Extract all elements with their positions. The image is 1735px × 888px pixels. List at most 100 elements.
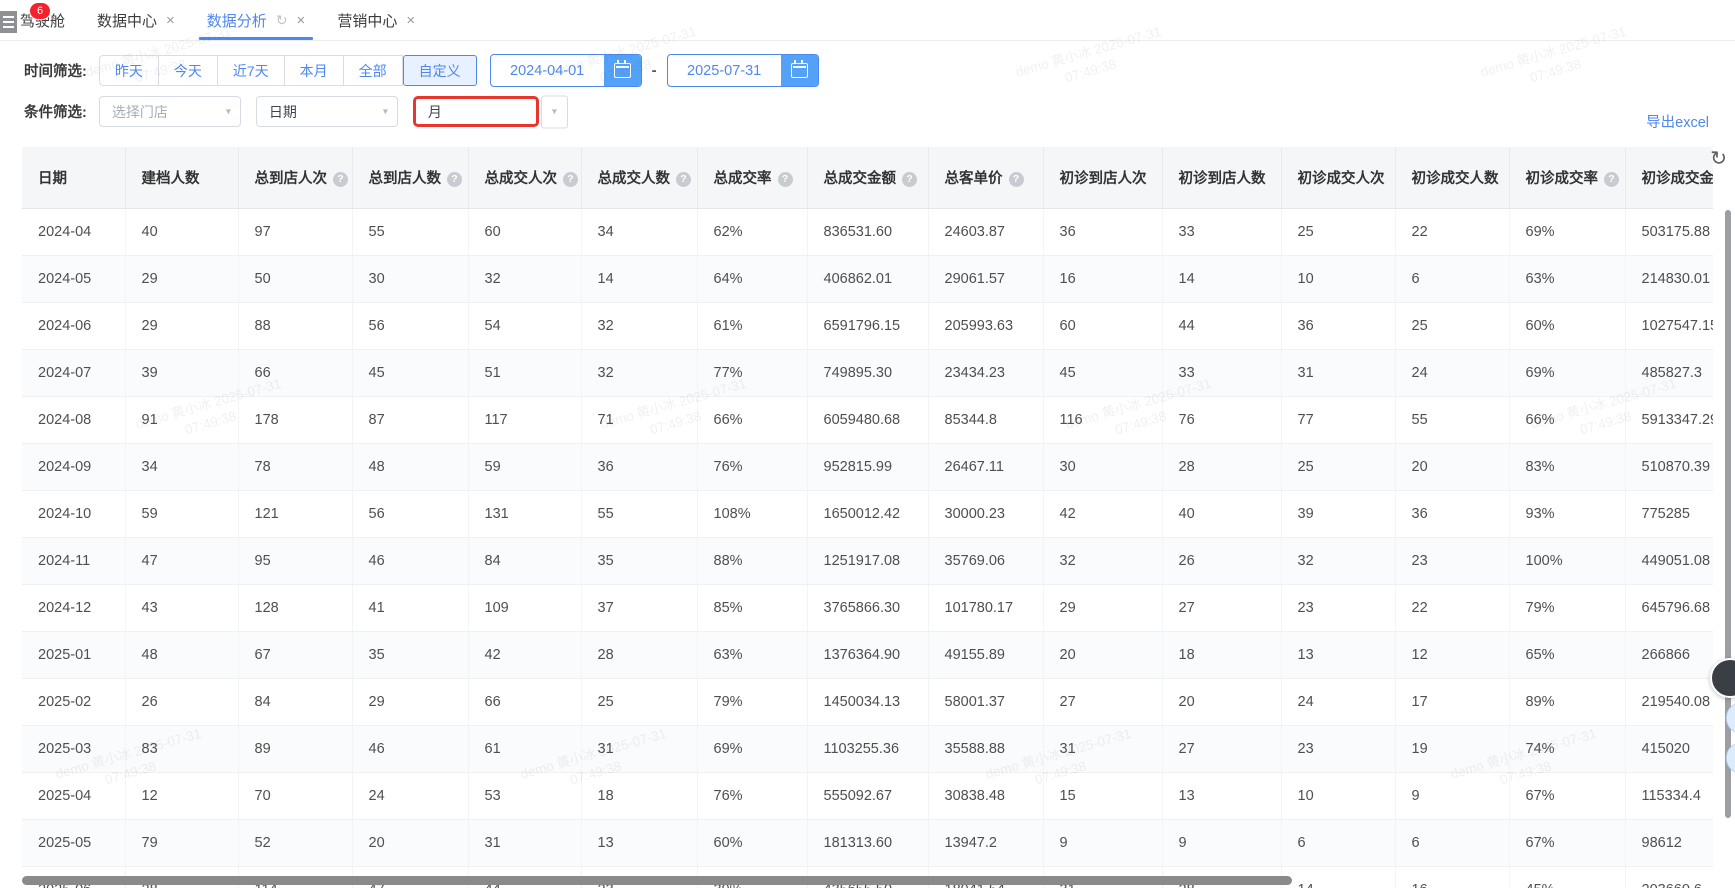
tab-4[interactable]: 营销中心 × (337, 0, 415, 40)
tab-3[interactable]: 数据分析 ↻ × (198, 0, 313, 40)
date-from-calendar-button[interactable] (603, 55, 641, 86)
table-cell: 46 (352, 537, 469, 585)
table-cell: 6059480.68 (807, 396, 929, 444)
table-cell: 485827.3 (1625, 349, 1713, 397)
help-icon[interactable]: ? (676, 172, 691, 187)
time-filter-button-1[interactable]: 昨天 (98, 55, 159, 86)
table-cell: 13 (1162, 772, 1282, 820)
table-cell: 70 (238, 772, 353, 820)
select-store[interactable]: 选择门店 ▾ (98, 96, 241, 127)
table-cell: 76% (697, 443, 808, 491)
table-cell: 16 (1043, 255, 1163, 303)
table-cell: 56 (352, 490, 469, 538)
date-range-separator: - (651, 62, 657, 79)
time-filter-button-3[interactable]: 近7天 (217, 55, 285, 86)
table-cell: 42 (1043, 490, 1163, 538)
table-cell: 178 (238, 396, 353, 444)
column-header: 总成交率? (697, 147, 808, 209)
tab-refresh-icon[interactable]: ↻ (276, 12, 288, 29)
table-cell: 406862.01 (807, 255, 929, 303)
table-cell: 775285 (1625, 490, 1713, 538)
table-cell: 36 (1281, 302, 1396, 350)
column-header-label: 总客单价 (944, 171, 1003, 187)
table-cell: 2024-06 (22, 302, 126, 350)
table-body: 2024-04 40 97 55 60 34 62% 836531.60 24603.87 36 3… (22, 208, 1713, 888)
table-cell: 13 (1281, 631, 1396, 679)
column-header-label: 初诊到店人数 (1178, 171, 1266, 187)
date-from-input[interactable]: 2024-04-01 (489, 54, 642, 87)
table-cell: 181313.60 (807, 819, 929, 867)
table-cell: 97 (238, 208, 353, 256)
time-filter-button-5[interactable]: 全部 (343, 55, 403, 86)
table-row: 2025-05 79 52 20 31 13 60% 181313.60 13947.2 9 9 6 6… (22, 819, 1713, 867)
time-filter-button-4[interactable]: 本月 (284, 55, 344, 86)
table-cell: 31 (1043, 725, 1163, 773)
table-refresh-icon[interactable]: ↻ (1710, 146, 1727, 171)
table-cell: 2024-11 (22, 537, 126, 585)
floating-avatar-widget[interactable] (1710, 658, 1735, 698)
table-cell: 49155.89 (928, 631, 1044, 679)
date-to-input[interactable]: 2025-07-31 (666, 54, 819, 87)
time-filter-row: 时间筛选: 昨天 今天 近7天 本月 全部 自定义 2024-04-01 - 2025-0… (24, 54, 819, 87)
table-cell: 12 (125, 772, 239, 820)
table-cell: 19 (1395, 725, 1510, 773)
table-cell: 219540.08 (1625, 678, 1713, 726)
table-cell: 40 (125, 208, 239, 256)
column-header-label: 初诊成交人次 (1297, 171, 1385, 187)
table-cell: 116 (1043, 396, 1163, 444)
tab-close-icon[interactable]: × (297, 12, 306, 29)
table-cell: 2024-07 (22, 349, 126, 397)
time-filter-button-6[interactable]: 自定义 (402, 55, 477, 86)
help-icon[interactable]: ? (777, 172, 793, 187)
date-from-value: 2024-04-01 (510, 62, 585, 79)
table-cell: 3765866.30 (807, 584, 929, 632)
table-cell: 85344.8 (928, 396, 1044, 444)
tab-label: 数据分析 (206, 12, 267, 30)
table-cell: 1376364.90 (807, 631, 929, 679)
table-row: 2025-02 26 84 29 66 25 79% 1450034.13 58001.37 27… (22, 678, 1713, 726)
hamburger-menu-icon[interactable] (0, 11, 17, 33)
condition-filter-row: 条件筛选: 选择门店 ▾ 日期 ▾ 月 ▾ (24, 95, 585, 128)
help-icon[interactable]: ? (1008, 172, 1024, 187)
select-value: 选择门店 (111, 103, 168, 120)
time-filter-button-2[interactable]: 今天 (158, 55, 218, 86)
horizontal-scrollbar[interactable] (22, 876, 1292, 885)
table-cell: 66 (468, 678, 582, 726)
help-icon[interactable]: ? (447, 172, 462, 187)
table-cell: 78 (238, 443, 353, 491)
table-row: 2024-09 34 78 48 59 36 76% 952815.99 26467.11 30 2… (22, 443, 1713, 491)
table-cell: 60% (1509, 302, 1626, 350)
data-table: 日期 建档人数 总到店人次? 总到店人数? 总成交人次? 总成交人数? 总成交率? 总成交金额… (22, 147, 1713, 888)
date-to-calendar-button[interactable] (780, 55, 818, 86)
table-cell: 23434.23 (928, 349, 1044, 397)
help-icon[interactable]: ? (563, 172, 578, 187)
table-cell: 2024-08 (22, 396, 126, 444)
table-cell: 36 (1395, 490, 1510, 538)
table-cell: 18 (581, 772, 698, 820)
export-excel-link[interactable]: 导出excel (1646, 111, 1709, 132)
table-cell: 58001.37 (928, 678, 1044, 726)
tab-close-icon[interactable]: × (166, 12, 175, 29)
table-cell: 17 (1395, 678, 1510, 726)
table-cell: 34 (581, 208, 698, 256)
table-cell: 15 (1043, 772, 1163, 820)
table-cell: 28 (581, 631, 698, 679)
select-granularity[interactable]: 月 ▾ (412, 95, 568, 128)
table-cell: 24 (1395, 349, 1510, 397)
calendar-icon (790, 60, 808, 78)
time-filter-label: 时间筛选: (24, 64, 87, 80)
table-cell: 23 (1281, 584, 1396, 632)
table-cell: 27 (1162, 725, 1282, 773)
table-cell: 749895.30 (807, 349, 929, 397)
help-icon[interactable]: ? (1604, 172, 1619, 187)
tab-close-icon[interactable]: × (406, 12, 415, 29)
table-cell: 25 (581, 678, 698, 726)
select-date-dimension[interactable]: 日期 ▾ (255, 96, 398, 127)
table-cell: 79 (125, 819, 239, 867)
tab-2[interactable]: 数据中心 × (97, 0, 175, 40)
table-cell: 14 (1281, 866, 1396, 888)
table-cell: 60 (1043, 302, 1163, 350)
help-icon[interactable]: ? (902, 172, 917, 187)
help-icon[interactable]: ? (333, 172, 348, 187)
chevron-down-icon: ▾ (225, 106, 231, 117)
